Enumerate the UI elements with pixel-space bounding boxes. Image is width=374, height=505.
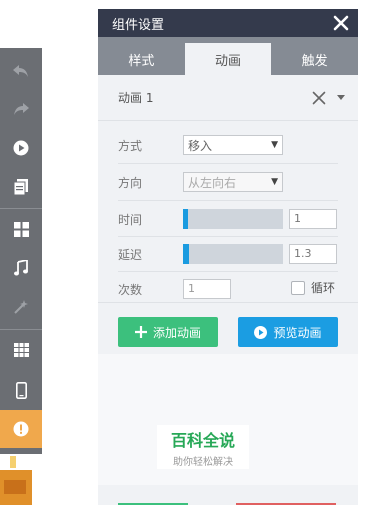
toolbar-divider <box>0 329 42 330</box>
time-label: 时间 <box>118 212 143 227</box>
add-animation-label: 添加动画 <box>152 325 201 340</box>
music-icon <box>14 260 28 276</box>
delay-label: 延迟 <box>118 247 143 262</box>
count-label: 次数 <box>118 282 143 297</box>
layout-button[interactable] <box>0 210 42 248</box>
preview-play-button[interactable] <box>0 129 42 167</box>
tab-bar: 样式 动画 触发 <box>98 37 358 75</box>
delay-slider-fill <box>183 244 189 264</box>
animation-name: 动画 1 <box>118 91 154 105</box>
preview-animation-button[interactable]: 预览动画 <box>238 317 338 347</box>
redo-icon <box>14 103 29 115</box>
time-slider-fill <box>183 209 188 229</box>
canvas-decoration <box>10 456 16 468</box>
tab-trigger[interactable]: 触发 <box>271 37 358 75</box>
caret-down-icon: ▼ <box>271 177 278 187</box>
left-toolbar <box>0 48 42 505</box>
phone-icon <box>15 381 27 399</box>
tab-animation[interactable]: 动画 <box>184 43 272 75</box>
section-divider <box>98 302 358 303</box>
panel-title: 组件设置 <box>112 17 165 33</box>
watermark-title: 百科全说 <box>170 430 235 450</box>
time-input[interactable]: 1 <box>289 209 337 229</box>
close-button[interactable] <box>330 12 352 34</box>
add-animation-button[interactable]: 添加动画 <box>118 317 218 347</box>
effects-button[interactable] <box>0 288 42 326</box>
undo-button[interactable] <box>0 52 42 90</box>
pages-icon <box>14 179 28 195</box>
canvas-decoration <box>4 480 26 494</box>
time-row: 时间 1 <box>118 201 338 237</box>
table-icon <box>13 343 29 357</box>
time-slider[interactable] <box>183 209 283 229</box>
plus-icon <box>134 326 147 338</box>
close-icon <box>333 15 349 31</box>
animation-header: 动画 1 <box>98 75 358 121</box>
panel-header: 组件设置 <box>98 9 358 37</box>
collapse-button[interactable] <box>336 93 346 103</box>
undo-icon <box>13 65 28 77</box>
close-icon <box>312 91 326 104</box>
count-input[interactable]: 1 <box>183 279 231 299</box>
mode-select[interactable]: 移入 ▼ <box>183 135 283 155</box>
play-icon <box>254 325 268 339</box>
direction-row: 方向 从左向右 ▼ <box>118 164 338 200</box>
mode-row: 方式 移入 ▼ <box>118 127 338 163</box>
watermark: 百科全说 助你轻松解决 <box>157 425 249 469</box>
direction-value: 从左向右 <box>188 175 237 190</box>
chevron-down-icon <box>337 94 345 100</box>
play-icon <box>13 140 29 156</box>
delay-input[interactable]: 1.3 <box>289 244 337 264</box>
redo-button[interactable] <box>0 90 42 128</box>
loop-label: 循环 <box>311 281 336 295</box>
delete-animation-button[interactable] <box>310 89 328 107</box>
table-button[interactable] <box>0 331 42 369</box>
delay-slider[interactable] <box>183 244 283 264</box>
mode-value: 移入 <box>188 138 213 153</box>
pages-button[interactable] <box>0 168 42 206</box>
watermark-subtitle: 助你轻松解决 <box>173 456 233 468</box>
delay-row: 延迟 1.3 <box>118 236 338 272</box>
magic-wand-icon <box>14 300 28 314</box>
direction-select[interactable]: 从左向右 ▼ <box>183 172 283 192</box>
mobile-preview-button[interactable] <box>0 371 42 409</box>
preview-animation-label: 预览动画 <box>273 325 322 340</box>
caret-down-icon: ▼ <box>271 140 278 150</box>
toolbar-divider <box>0 208 42 209</box>
alert-icon <box>13 421 29 437</box>
music-button[interactable] <box>0 249 42 287</box>
direction-label: 方向 <box>118 175 143 190</box>
alert-button[interactable] <box>0 410 42 448</box>
tab-style[interactable]: 样式 <box>98 37 185 75</box>
loop-toggle[interactable]: 循环 <box>291 279 335 296</box>
mode-label: 方式 <box>118 138 143 153</box>
loop-checkbox[interactable] <box>291 280 305 295</box>
grid-icon <box>13 221 29 237</box>
